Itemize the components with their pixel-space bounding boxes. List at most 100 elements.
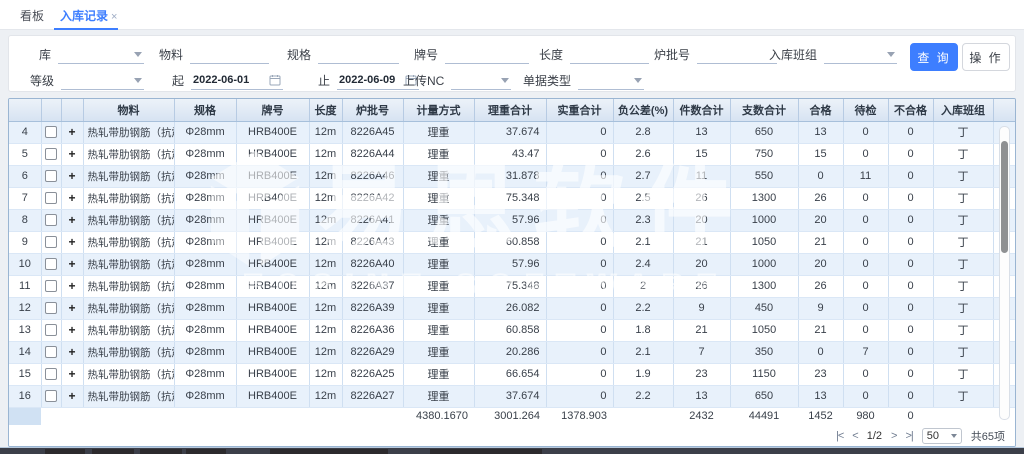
cell-measure: 理重: [403, 165, 474, 187]
cell-pending: 0: [843, 319, 888, 341]
records-table: 物料规格牌号长度炉批号计量方式理重合计实重合计负公差(%)件数合计支数合计合格待…: [9, 99, 1015, 426]
page-size-select[interactable]: 50: [922, 428, 962, 444]
row-expand-button[interactable]: +: [68, 213, 75, 227]
last-page-button[interactable]: >|: [905, 430, 912, 442]
cell-qualified: 13: [798, 121, 843, 143]
length-input[interactable]: [570, 46, 649, 64]
cell-theory: 26.082: [474, 297, 546, 319]
row-expand-button[interactable]: +: [68, 301, 75, 315]
tab-dashboard[interactable]: 看板: [20, 7, 44, 24]
cell-qualified: 0: [798, 341, 843, 363]
doc-type-select[interactable]: [578, 72, 644, 90]
cell-measure: 理重: [403, 275, 474, 297]
cell-checkbox: [41, 231, 61, 253]
cell-pieces: 26: [673, 187, 730, 209]
row-checkbox[interactable]: [45, 214, 57, 226]
row-checkbox[interactable]: [45, 258, 57, 270]
cell-length: 12m: [309, 165, 342, 187]
row-checkbox[interactable]: [45, 324, 57, 336]
upload-nc-select[interactable]: [451, 72, 511, 90]
row-expand-button[interactable]: +: [68, 367, 75, 381]
cell-num: 5: [9, 143, 41, 165]
cell-team: 丁: [933, 297, 993, 319]
row-expand-button[interactable]: +: [68, 125, 75, 139]
column-header-qualified: 合格: [798, 99, 843, 121]
query-button[interactable]: 查 询: [910, 43, 958, 71]
cell-checkbox: [41, 121, 61, 143]
cell-qualified: 21: [798, 319, 843, 341]
filter-brand: 牌号: [414, 44, 529, 64]
row-checkbox[interactable]: [45, 302, 57, 314]
row-checkbox[interactable]: [45, 368, 57, 380]
date-from-picker[interactable]: 2022-06-01: [191, 72, 283, 90]
cell-theory: 20.286: [474, 341, 546, 363]
row-expand-button[interactable]: +: [68, 169, 75, 183]
next-page-button[interactable]: >: [891, 430, 896, 442]
row-expand-button[interactable]: +: [68, 323, 75, 337]
prev-page-button[interactable]: <: [852, 430, 857, 442]
cell-brand: HRB400E: [236, 253, 309, 275]
cell-expand: +: [61, 275, 83, 297]
row-expand-button[interactable]: +: [68, 279, 75, 293]
cell-checkbox: [41, 341, 61, 363]
cell-bars: 1000: [730, 253, 798, 275]
cell-length: 12m: [309, 297, 342, 319]
brand-input[interactable]: [445, 46, 529, 64]
row-expand-button[interactable]: +: [68, 389, 75, 403]
vertical-scrollbar[interactable]: [999, 126, 1010, 420]
cell-heat: 8226A45: [342, 121, 403, 143]
cell-qualified: 20: [798, 209, 843, 231]
cell-unqualified: 0: [888, 341, 933, 363]
row-checkbox[interactable]: [45, 280, 57, 292]
spec-input[interactable]: [318, 46, 399, 64]
cell-pieces: 21: [673, 231, 730, 253]
operate-button[interactable]: 操 作: [962, 43, 1010, 71]
grade-select[interactable]: [61, 72, 144, 90]
cell-spec: Φ28mm: [174, 165, 236, 187]
row-checkbox[interactable]: [45, 126, 57, 138]
tab-inbound-records[interactable]: 入库记录×: [60, 7, 117, 24]
cell-unqualified: 0: [888, 385, 933, 407]
cell-measure: 理重: [403, 385, 474, 407]
tab-close-icon[interactable]: ×: [111, 11, 117, 23]
cell-bars: 750: [730, 143, 798, 165]
first-page-button[interactable]: |<: [836, 430, 843, 442]
cell-checkbox: [41, 363, 61, 385]
heat-no-input[interactable]: [697, 46, 777, 64]
row-expand-button[interactable]: +: [68, 147, 75, 161]
column-header-theory: 理重合计: [474, 99, 546, 121]
cell-tolerance: 2.6: [613, 143, 673, 165]
row-expand-button[interactable]: +: [68, 235, 75, 249]
row-checkbox[interactable]: [45, 346, 57, 358]
row-checkbox[interactable]: [45, 236, 57, 248]
row-checkbox[interactable]: [45, 390, 57, 402]
scrollbar-thumb[interactable]: [1001, 141, 1008, 253]
cell-actual: 0: [546, 275, 613, 297]
cell-bars: 650: [730, 121, 798, 143]
filter-doc-type: 单据类型: [523, 70, 644, 90]
row-expand-button[interactable]: +: [68, 345, 75, 359]
cell-checkbox: [41, 187, 61, 209]
cell-pieces: 11: [673, 165, 730, 187]
row-expand-button[interactable]: +: [68, 191, 75, 205]
material-input[interactable]: [190, 46, 269, 64]
row-checkbox[interactable]: [45, 192, 57, 204]
column-header-bars: 支数合计: [730, 99, 798, 121]
row-expand-button[interactable]: +: [68, 257, 75, 271]
warehouse-select[interactable]: [58, 46, 144, 64]
cell-qualified: 15: [798, 143, 843, 165]
cell-checkbox: [41, 143, 61, 165]
cell-actual: 0: [546, 209, 613, 231]
cell-expand: +: [61, 165, 83, 187]
cell-actual: 0: [546, 319, 613, 341]
cell-unqualified: 0: [888, 231, 933, 253]
summary-theory: 3001.264: [474, 407, 546, 425]
row-checkbox[interactable]: [45, 148, 57, 160]
row-checkbox[interactable]: [45, 170, 57, 182]
inbound-team-select[interactable]: [824, 46, 897, 64]
cell-team: 丁: [933, 341, 993, 363]
summary-heat: [342, 407, 403, 425]
cell-qualified: 9: [798, 297, 843, 319]
cell-expand: +: [61, 187, 83, 209]
cell-material: 热轧带肋钢筋（抗震）: [83, 363, 174, 385]
